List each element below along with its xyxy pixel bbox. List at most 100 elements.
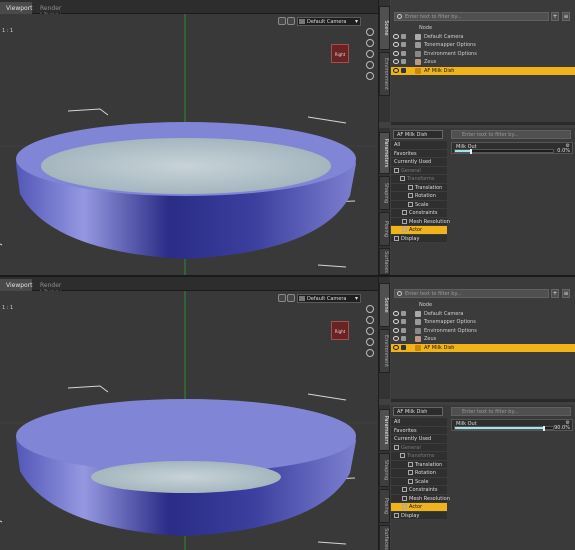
- scene-tree-row[interactable]: AF Milk Dish: [391, 343, 575, 352]
- nav-cube[interactable]: Right: [331, 44, 349, 63]
- visibility-icon[interactable]: [393, 319, 399, 324]
- parameter-group-item[interactable]: Mesh Resolution: [391, 217, 450, 226]
- parameter-group-item[interactable]: Actor: [391, 503, 447, 512]
- select-lock-icon[interactable]: [401, 42, 406, 47]
- visibility-icon[interactable]: [393, 67, 399, 73]
- tab-posing[interactable]: Posing: [379, 212, 390, 246]
- parameter-group-item[interactable]: Transforms: [391, 452, 447, 461]
- slider-knob[interactable]: [469, 149, 472, 154]
- orbit-icon[interactable]: [366, 305, 374, 313]
- visibility-icon[interactable]: [393, 50, 399, 56]
- reset-icon[interactable]: [366, 72, 374, 80]
- select-lock-icon[interactable]: [401, 33, 406, 39]
- camera-rotate-icon[interactable]: [287, 17, 295, 25]
- pan-icon[interactable]: [366, 316, 374, 324]
- visibility-icon[interactable]: [393, 59, 399, 64]
- select-lock-icon[interactable]: [401, 319, 406, 324]
- parameter-group-item[interactable]: General: [391, 443, 447, 452]
- tab-environment[interactable]: Environment: [379, 52, 390, 96]
- scene-tree-row[interactable]: Environment Options: [391, 327, 575, 336]
- parameter-group-item[interactable]: Constraints: [391, 209, 447, 218]
- parameter-group-item[interactable]: General: [391, 166, 447, 175]
- scene-tree-row[interactable]: Default Camera: [391, 33, 575, 42]
- tab-viewport[interactable]: Viewport: [0, 2, 33, 14]
- visibility-icon[interactable]: [393, 344, 399, 350]
- select-lock-icon[interactable]: [401, 67, 406, 73]
- tab-shaping[interactable]: Shaping: [379, 453, 390, 487]
- tab-posing[interactable]: Posing: [379, 489, 390, 523]
- parameter-group-item[interactable]: Translation: [391, 460, 447, 469]
- parameter-group-item[interactable]: Display: [391, 511, 447, 520]
- camera-pan-icon[interactable]: [278, 294, 286, 302]
- milk-out-property[interactable]: Milk Out ⚙ 0.0%: [451, 142, 573, 154]
- camera-select[interactable]: Default Camera ▾: [297, 17, 361, 26]
- select-lock-icon[interactable]: [401, 336, 406, 341]
- parameter-group-item[interactable]: All: [391, 418, 447, 427]
- slider-knob[interactable]: [543, 426, 546, 431]
- tab-shaping[interactable]: Shaping: [379, 176, 390, 210]
- parameter-group-item[interactable]: All: [391, 141, 447, 150]
- milk-out-property[interactable]: Milk Out ⚙ 90.0%: [451, 419, 573, 431]
- milk-out-slider[interactable]: [454, 149, 554, 154]
- zoom-icon[interactable]: [366, 327, 374, 335]
- frame-icon[interactable]: [366, 338, 374, 346]
- camera-select[interactable]: Default Camera ▾: [297, 294, 361, 303]
- scene-tree-row[interactable]: Node: [391, 24, 575, 33]
- parameter-group-item[interactable]: Favorites: [391, 149, 447, 158]
- menu-button[interactable]: ≡: [562, 12, 570, 21]
- scene-tree-row[interactable]: Environment Options: [391, 50, 575, 59]
- param-filter-input[interactable]: Enter text to filter by...: [451, 407, 571, 416]
- pane-divider[interactable]: [391, 122, 575, 125]
- tab-parameters[interactable]: Parameters: [379, 132, 390, 174]
- parameter-group-item[interactable]: Rotation: [391, 469, 447, 478]
- frame-icon[interactable]: [366, 61, 374, 69]
- scene-filter-input[interactable]: Enter text to filter by...: [394, 12, 549, 21]
- tab-surfaces[interactable]: Surfaces: [379, 525, 390, 550]
- nav-cube[interactable]: Right: [331, 321, 349, 340]
- select-lock-icon[interactable]: [401, 50, 406, 56]
- visibility-icon[interactable]: [393, 33, 399, 39]
- parameter-group-item[interactable]: Currently Used: [391, 435, 447, 444]
- menu-button[interactable]: ≡: [562, 289, 570, 298]
- scene-tree-row[interactable]: Node: [391, 301, 575, 310]
- param-filter-input[interactable]: Enter text to filter by...: [451, 130, 571, 139]
- tab-surfaces[interactable]: Surfaces: [379, 248, 390, 275]
- camera-rotate-icon[interactable]: [287, 294, 295, 302]
- tab-scene[interactable]: Scene: [379, 283, 390, 327]
- parameter-group-item[interactable]: Display: [391, 234, 447, 243]
- select-lock-icon[interactable]: [401, 310, 406, 316]
- tab-render-library[interactable]: Render Library: [34, 2, 82, 19]
- add-button[interactable]: +: [551, 289, 559, 298]
- pane-divider[interactable]: [391, 399, 575, 402]
- tab-render-library[interactable]: Render Library: [34, 279, 82, 296]
- scene-tree-row[interactable]: Tonemapper Options: [391, 318, 575, 327]
- scene-tree-row[interactable]: Tonemapper Options: [391, 41, 575, 50]
- visibility-icon[interactable]: [393, 42, 399, 47]
- camera-pan-icon[interactable]: [278, 17, 286, 25]
- tab-viewport[interactable]: Viewport: [0, 279, 33, 291]
- tab-scene[interactable]: Scene: [379, 6, 390, 50]
- select-lock-icon[interactable]: [401, 327, 406, 333]
- actor-select[interactable]: AF Milk Dish: [393, 407, 443, 416]
- pan-icon[interactable]: [366, 39, 374, 47]
- viewport[interactable]: Default Camera ▾ 1 : 1 Right: [0, 14, 378, 275]
- parameter-group-item[interactable]: Transforms: [391, 175, 447, 184]
- scene-tree-row[interactable]: Zeus: [391, 335, 575, 344]
- scene-tree-row[interactable]: AF Milk Dish: [391, 66, 575, 75]
- scene-filter-input[interactable]: Enter text to filter by...: [394, 289, 549, 298]
- parameter-group-item[interactable]: Constraints: [391, 486, 447, 495]
- scene-tree-row[interactable]: Zeus: [391, 58, 575, 67]
- parameter-group-item[interactable]: Actor: [391, 226, 447, 235]
- zoom-icon[interactable]: [366, 50, 374, 58]
- viewport[interactable]: Default Camera ▾ 1 : 1 Right: [0, 291, 378, 550]
- parameter-group-item[interactable]: Currently Used: [391, 158, 447, 167]
- visibility-icon[interactable]: [393, 327, 399, 333]
- scene-tree-row[interactable]: Default Camera: [391, 310, 575, 319]
- parameter-group-item[interactable]: Mesh Resolution: [391, 494, 450, 503]
- parameter-group-item[interactable]: Rotation: [391, 192, 447, 201]
- milk-out-slider[interactable]: [454, 426, 554, 431]
- reset-icon[interactable]: [366, 349, 374, 357]
- actor-select[interactable]: AF Milk Dish: [393, 130, 443, 139]
- parameter-group-item[interactable]: Scale: [391, 200, 447, 209]
- orbit-icon[interactable]: [366, 28, 374, 36]
